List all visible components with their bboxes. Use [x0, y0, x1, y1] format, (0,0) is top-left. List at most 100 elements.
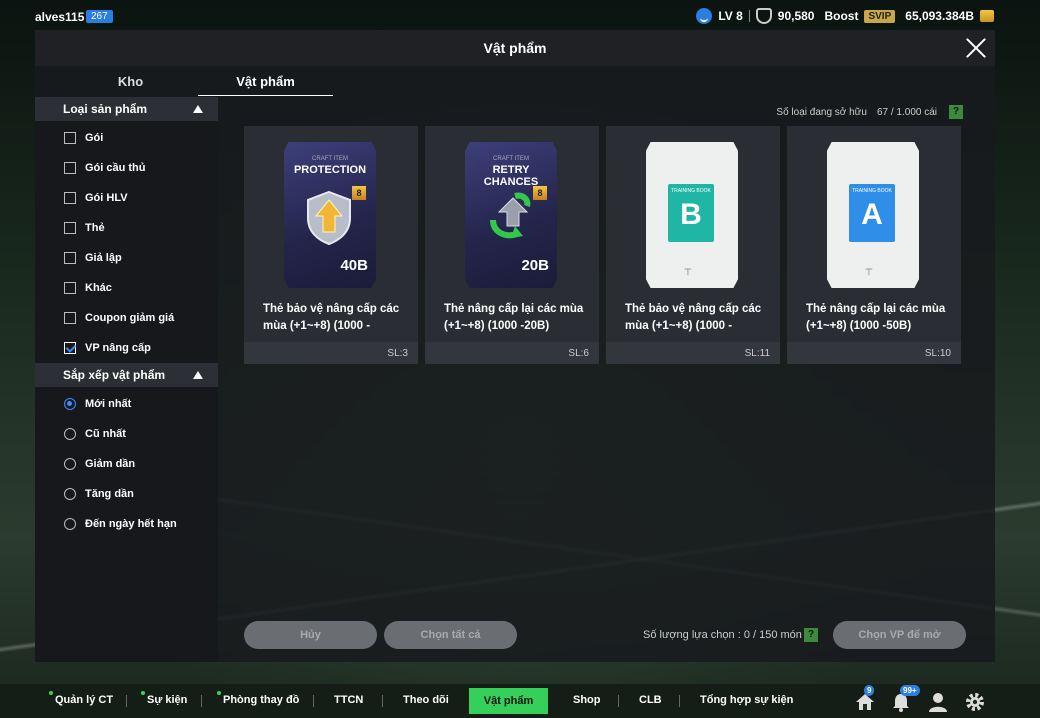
user-level-badge: 267: [86, 10, 113, 23]
filter-option-the[interactable]: Thẻ: [35, 213, 218, 243]
radio[interactable]: [64, 518, 76, 530]
product-type-title: Loại sản phẩm: [63, 102, 148, 116]
nav-club[interactable]: CLB: [639, 694, 662, 706]
coin-stack-icon: [980, 10, 994, 22]
owned-value: 67 / 1.000 cái: [876, 106, 937, 118]
nav-event-summary[interactable]: Tổng hợp sự kiện: [700, 694, 793, 706]
filter-option-khac[interactable]: Khác: [35, 273, 218, 303]
divider: [618, 695, 619, 707]
divider: [679, 695, 680, 707]
nav-locker-room[interactable]: Phòng thay đồ: [217, 691, 300, 706]
close-icon[interactable]: [965, 37, 987, 59]
divider: [126, 695, 127, 707]
dialog-title: Vật phẩm: [483, 40, 547, 56]
home-icon[interactable]: 9: [855, 685, 875, 712]
item-card[interactable]: TRAINING BOOK B ⊤ Thẻ bảo vệ nâng cấp cá…: [606, 126, 780, 364]
nav-following[interactable]: Theo dõi: [403, 694, 449, 706]
craft-item-title: RETRY CHANCES: [483, 164, 539, 188]
sort-option-ascending[interactable]: Tăng dần: [35, 479, 218, 509]
items-dialog: Vật phẩm Kho Vật phẩm Loại sản phẩm Gói …: [35, 30, 995, 662]
filter-option-label: Gói HLV: [85, 192, 128, 204]
nav-items-active[interactable]: Vật phẩm: [469, 688, 548, 714]
radio[interactable]: [64, 488, 76, 500]
checkbox-checked[interactable]: [64, 342, 76, 354]
filter-option-goi[interactable]: Gói: [35, 123, 218, 153]
nav-squad-management[interactable]: Quản lý CT: [49, 691, 113, 706]
tab-storage[interactable]: Kho: [63, 70, 198, 96]
item-footer: SL:3: [244, 342, 418, 364]
filter-option-goi-hlv[interactable]: Gói HLV: [35, 183, 218, 213]
sort-option-expiry[interactable]: Đến ngày hết hạn: [35, 509, 218, 539]
item-image-training-book-b: TRAINING BOOK B ⊤: [646, 142, 738, 288]
filter-option-vp-nang-cap[interactable]: VP nâng cấp: [35, 333, 218, 363]
retry-arrows-icon: [490, 192, 531, 239]
tab-items[interactable]: Vật phẩm: [198, 70, 333, 96]
nav-label: Phòng thay đồ: [223, 694, 300, 706]
nav-ttcn[interactable]: TTCN: [334, 694, 363, 706]
item-footer: SL:10: [787, 342, 961, 364]
item-image-retry: CRAFT ITEM RETRY CHANCES 8 20B: [465, 142, 557, 288]
checkbox[interactable]: [64, 132, 76, 144]
item-image-training-book-a: TRAINING BOOK A ⊤: [827, 142, 919, 288]
select-all-button[interactable]: Chọn tất cả: [384, 621, 517, 649]
item-grid: CRAFT ITEM PROTECTION 8 40B Thẻ bảo vệ n…: [244, 126, 961, 364]
item-card[interactable]: CRAFT ITEM RETRY CHANCES 8 20B Thẻ nâng …: [425, 126, 599, 364]
top-stats: LV 8 90,580 Boost SVIP 65,093.384B: [696, 8, 994, 24]
open-selected-button[interactable]: Chọn VP để mở: [833, 621, 966, 649]
checkbox[interactable]: [64, 312, 76, 324]
nav-events[interactable]: Sự kiện: [141, 691, 187, 706]
radio[interactable]: [64, 458, 76, 470]
filter-option-coupon[interactable]: Coupon giảm giá: [35, 303, 218, 333]
item-quantity: SL:6: [568, 348, 589, 359]
filter-option-gia-lap[interactable]: Giả lập: [35, 243, 218, 273]
level-text: LV 8: [718, 9, 743, 23]
nav-shop[interactable]: Shop: [573, 694, 601, 706]
filter-option-goi-cau-thu[interactable]: Gói cầu thủ: [35, 153, 218, 183]
coins-text: 65,093.384B: [905, 9, 974, 23]
checkbox[interactable]: [64, 162, 76, 174]
item-quantity: SL:11: [744, 348, 770, 359]
radio-selected[interactable]: [64, 398, 76, 410]
item-name: Thẻ nâng cấp lại các mùa (+1~+8) (1000 -…: [444, 303, 584, 332]
filter-option-label: Coupon giảm giá: [85, 312, 175, 324]
sort-option-oldest[interactable]: Cũ nhất: [35, 419, 218, 449]
checkbox[interactable]: [64, 222, 76, 234]
filter-option-label: Thẻ: [85, 222, 105, 234]
notification-dot: [141, 691, 145, 695]
shield-points-icon: [755, 8, 772, 24]
help-icon[interactable]: ?: [804, 628, 818, 642]
divider: [313, 695, 314, 707]
product-type-header[interactable]: Loại sản phẩm: [35, 97, 218, 121]
dialog-header: Vật phẩm: [35, 30, 995, 66]
checkbox[interactable]: [64, 282, 76, 294]
sort-option-descending[interactable]: Giảm dần: [35, 449, 218, 479]
notification-dot: [49, 691, 53, 695]
points-text: 90,580: [777, 9, 815, 23]
filter-option-label: Gói cầu thủ: [85, 162, 146, 174]
svip-badge: SVIP: [864, 9, 896, 23]
help-icon[interactable]: ?: [949, 105, 963, 119]
gear-icon[interactable]: [965, 692, 985, 712]
checkbox[interactable]: [64, 252, 76, 264]
owned-label: Số loại đang sở hữu: [776, 106, 867, 118]
item-name: Thẻ bảo vệ nâng cấp các mùa (+1~+8) (100…: [263, 303, 400, 332]
boost-label[interactable]: Boost: [824, 9, 858, 23]
sort-option-newest[interactable]: Mới nhất: [35, 389, 218, 419]
training-book-icon: TRAINING BOOK A: [849, 184, 895, 242]
item-card[interactable]: CRAFT ITEM PROTECTION 8 40B Thẻ bảo vệ n…: [244, 126, 418, 364]
cancel-button[interactable]: Hủy: [244, 621, 377, 649]
item-card[interactable]: TRAINING BOOK A ⊤ Thẻ nâng cấp lại các m…: [787, 126, 961, 364]
sort-header[interactable]: Sắp xếp vật phẩm: [35, 363, 218, 387]
checkbox[interactable]: [64, 192, 76, 204]
smiley-face-icon: [696, 8, 713, 24]
filter-option-label: Giả lập: [85, 252, 122, 264]
training-book-icon: TRAINING BOOK B: [668, 184, 714, 242]
bell-icon[interactable]: 99+: [891, 685, 920, 712]
shield-arrow-icon: [307, 190, 351, 246]
sort-title: Sắp xếp vật phẩm: [63, 368, 166, 382]
item-footer: SL:11: [606, 342, 780, 364]
radio[interactable]: [64, 428, 76, 440]
item-image-protection: CRAFT ITEM PROTECTION 8 40B: [284, 142, 376, 288]
profile-icon-svg: [929, 693, 947, 712]
profile-icon[interactable]: [928, 692, 948, 712]
